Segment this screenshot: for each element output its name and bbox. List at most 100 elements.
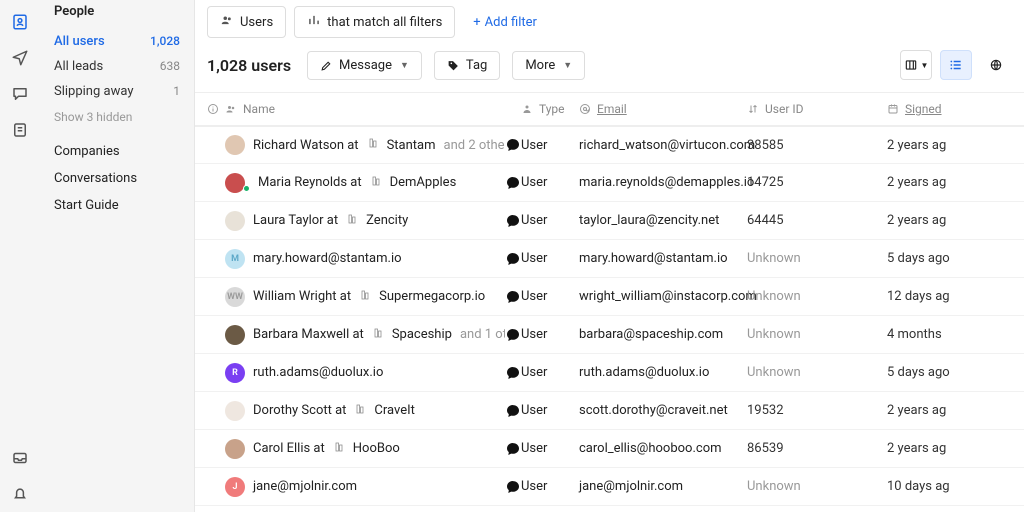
columns-button[interactable]: ▼ [900,50,932,80]
list-icon [949,58,963,72]
filters-bar: Users that match all filters + Add filte… [195,0,1024,50]
sidebar: People All users1,028All leads638Slippin… [40,0,195,512]
cell-chat[interactable] [505,365,521,381]
people-icon [220,13,234,31]
filter-users[interactable]: Users [207,6,286,38]
cell-chat[interactable] [505,403,521,419]
chevron-down-icon: ▼ [400,60,409,71]
cell-signed: 12 days ag [887,289,987,304]
col-userid[interactable]: User ID [747,102,887,116]
avatar: M [225,249,245,269]
cell-chat[interactable] [505,213,521,229]
table-row[interactable]: Barbara Maxwell atSpaceship and 1 other … [195,316,1024,354]
filter-match[interactable]: that match all filters [294,6,455,38]
cell-chat[interactable] [505,327,521,343]
cell-chat[interactable] [505,175,521,191]
chat-bubble-icon [505,365,521,381]
avatar: WW [225,287,245,307]
rail-bell-icon[interactable] [0,476,40,512]
cell-chat[interactable] [505,289,521,305]
table-row[interactable]: Mmary.howard@stantam.io User mary.howard… [195,240,1024,278]
cell-name: WWWilliam Wright atSupermegacorp.io [225,287,505,307]
table-row[interactable]: Rruth.adams@duolux.io User ruth.adams@du… [195,354,1024,392]
toolbar: 1,028 users Message ▼ Tag More ▼ ▼ [195,50,1024,92]
cell-type: User [521,175,579,190]
col-name[interactable]: Name [225,102,505,116]
tag-button[interactable]: Tag [434,51,500,80]
cell-userid: Unknown [747,365,887,380]
cell-chat[interactable] [505,441,521,457]
user-name: mary.howard@stantam.io [253,251,402,266]
chat-bubble-icon [505,403,521,419]
table-row[interactable]: Carol Ellis atHooBoo User carol_ellis@ho… [195,430,1024,468]
table-row[interactable]: Dorothy Scott atCraveIt User scott.dorot… [195,392,1024,430]
sidebar-link[interactable]: Conversations [54,165,180,192]
cell-chat[interactable] [505,137,521,153]
globe-view-button[interactable] [980,50,1012,80]
cell-email: maria.reynolds@demapples.io [579,175,747,190]
table-row[interactable]: Richard Watson atStantam and 2 others Us… [195,126,1024,164]
col-email[interactable]: Email [579,102,747,116]
chat-bubble-icon [505,289,521,305]
users-table: Name Type Email User ID Signed Richard W… [195,92,1024,512]
cell-userid: 14725 [747,175,887,190]
cell-signed: 2 years ag [887,213,987,228]
list-view-button[interactable] [940,50,972,80]
cell-email: ruth.adams@duolux.io [579,365,747,380]
building-icon [372,327,384,343]
col-type[interactable]: Type [521,102,579,116]
cell-userid: Unknown [747,327,887,342]
cell-chat[interactable] [505,251,521,267]
info-icon [207,103,219,115]
sidebar-item[interactable]: All users1,028 [54,29,180,54]
sidebar-link[interactable]: Start Guide [54,192,180,219]
cell-signed: 5 days ago [887,365,987,380]
sidebar-item[interactable]: All leads638 [54,54,180,79]
company-name: CraveIt [374,403,415,418]
cell-signed: 2 years ag [887,138,987,153]
message-button[interactable]: Message ▼ [307,51,422,80]
more-button[interactable]: More ▼ [512,51,585,80]
plus-icon: + [473,15,480,30]
add-filter[interactable]: + Add filter [463,9,547,36]
avatar [225,173,245,193]
cell-chat[interactable] [505,479,521,495]
table-row[interactable]: Maria Reynolds atDemApples User maria.re… [195,164,1024,202]
rail-send-icon[interactable] [0,40,40,76]
sidebar-item[interactable]: Slipping away1 [54,79,180,104]
chat-bubble-icon [505,441,521,457]
chat-bubble-icon [505,479,521,495]
message-label: Message [339,58,392,73]
cell-type: User [521,403,579,418]
col-info [207,103,225,115]
user-name: Carol Ellis at [253,441,325,456]
sidebar-link[interactable]: Companies [54,138,180,165]
sidebar-item-count: 638 [160,59,180,74]
cell-userid: 38585 [747,138,887,153]
cell-name: Maria Reynolds atDemApples [225,173,505,193]
cell-type: User [521,327,579,342]
user-name: jane@mjolnir.com [253,479,357,494]
bars-icon [307,13,321,31]
table-row[interactable]: Jjane@mjolnir.com User jane@mjolnir.com … [195,468,1024,506]
table-row[interactable]: Laura Taylor atZencity User taylor_laura… [195,202,1024,240]
col-signed[interactable]: Signed [887,102,987,116]
rail-articles-icon[interactable] [0,112,40,148]
avatar: J [225,477,245,497]
rail-inbox-icon[interactable] [0,440,40,476]
cell-signed: 2 years ag [887,441,987,456]
rail-chat-icon[interactable] [0,76,40,112]
cell-email: taylor_laura@zencity.net [579,213,747,228]
table-row[interactable]: WWWilliam Wright atSupermegacorp.io User… [195,278,1024,316]
cell-signed: 4 months [887,327,987,342]
person-icon [521,103,533,115]
cell-name: Carol Ellis atHooBoo [225,439,505,459]
sidebar-show-hidden[interactable]: Show 3 hidden [54,104,180,138]
cell-userid: Unknown [747,289,887,304]
col-name-label: Name [243,102,275,116]
columns-icon [904,58,918,72]
cell-name: Mmary.howard@stantam.io [225,249,505,269]
cell-userid: Unknown [747,479,887,494]
user-name: Barbara Maxwell at [253,327,364,342]
rail-contacts-icon[interactable] [0,4,40,40]
